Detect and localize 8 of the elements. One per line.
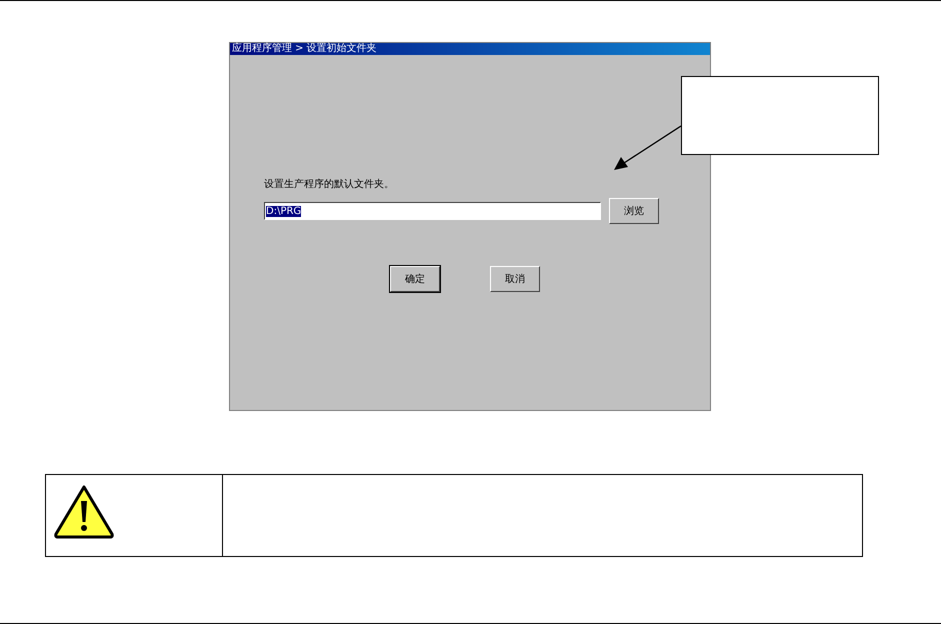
cancel-button[interactable]: 取消 xyxy=(490,266,540,292)
ok-button[interactable]: 确定 xyxy=(390,266,440,292)
warning-icon xyxy=(53,484,115,540)
folder-field[interactable]: D:\PRG xyxy=(264,202,601,220)
window-title: 应用程序管理 > 设置初始文件夹 xyxy=(230,43,710,55)
pointer-arrow xyxy=(614,125,682,170)
browse-button[interactable]: 浏览 xyxy=(609,198,659,224)
prompt-text: 设置生产程序的默认文件夹。 xyxy=(264,178,395,189)
